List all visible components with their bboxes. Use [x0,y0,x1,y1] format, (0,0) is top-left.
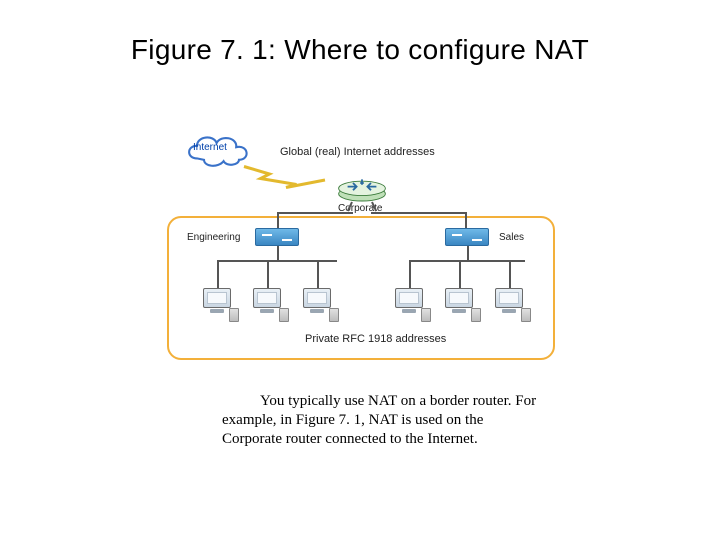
link-line [509,260,511,288]
workstation-icon [301,288,333,322]
figure-caption: You typically use NAT on a border router… [222,392,542,450]
lightning-serial-link-icon [241,162,331,192]
workstation-icon [251,288,283,322]
global-addresses-label: Global (real) Internet addresses [280,146,435,158]
link-line [317,260,319,288]
link-line [277,246,279,260]
link-line [459,260,461,288]
caption-line: example, in Figure 7. 1, NAT is used on … [222,412,483,428]
link-line [217,260,337,262]
private-addresses-label: Private RFC 1918 addresses [305,333,446,345]
engineering-switch-icon [255,228,299,246]
sales-switch-icon [445,228,489,246]
link-line [465,212,467,228]
link-line [277,212,353,214]
corporate-router-icon [335,174,389,202]
caption-line: You typically use NAT on a border router… [260,393,536,409]
sales-label: Sales [499,232,524,243]
caption-line: Corporate router connected to the Intern… [222,431,478,447]
link-line [467,246,469,260]
link-line [267,260,269,288]
internet-label: Internet [193,142,227,153]
link-line [277,212,279,228]
workstation-icon [443,288,475,322]
workstation-icon [493,288,525,322]
nat-network-diagram: Internet Global (real) Internet addresse… [165,120,560,365]
link-line [409,260,525,262]
link-line [217,260,219,288]
link-line [371,212,467,214]
figure-title: Figure 7. 1: Where to configure NAT [0,0,720,66]
link-line [409,260,411,288]
workstation-icon [201,288,233,322]
workstation-icon [393,288,425,322]
engineering-label: Engineering [187,232,240,243]
